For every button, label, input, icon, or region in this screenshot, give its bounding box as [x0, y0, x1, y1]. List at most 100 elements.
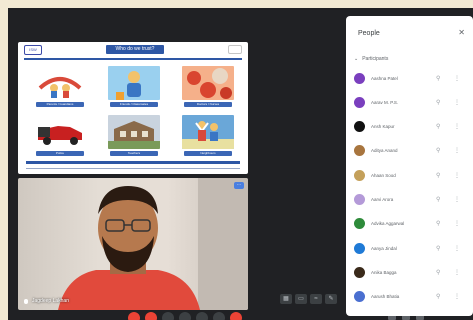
avatar: [354, 96, 365, 108]
raise-hand-button[interactable]: [179, 312, 191, 320]
more-vert-icon[interactable]: ⋮: [454, 75, 460, 82]
participant-name: Aanya Jindal: [371, 245, 397, 251]
list-item[interactable]: Aditya Anand ⚲ ⋮: [354, 141, 469, 161]
list-item[interactable]: Aanya Jindal ⚲ ⋮: [354, 238, 469, 258]
slide-footer-line: [26, 168, 240, 169]
list-item[interactable]: Anika Bagga ⚲ ⋮: [354, 262, 469, 282]
section-label: Participants: [362, 56, 389, 62]
participant-name: Ansh Kapur: [371, 124, 395, 130]
pin-icon[interactable]: ⚲: [436, 196, 440, 203]
avatar: [354, 121, 365, 133]
call-toolbar: [128, 312, 242, 320]
list-item[interactable]: Ansh Kapur ⚲ ⋮: [354, 117, 469, 137]
list-item[interactable]: Aashna Patel ⚲ ⋮: [354, 68, 469, 88]
people-icon: [182, 115, 234, 149]
list-item[interactable]: Ahaan Sood ⚲ ⋮: [354, 165, 469, 185]
more-vert-icon[interactable]: ⋮: [454, 269, 460, 276]
avatar: [354, 193, 365, 205]
end-call-button[interactable]: [230, 312, 242, 320]
slide-footer-bar: [26, 161, 240, 164]
participant-video-tile[interactable]: ⋯ Jagdeep Lakhan: [18, 178, 248, 310]
slide-divider: [24, 58, 242, 60]
more-vert-icon[interactable]: ⋮: [454, 172, 460, 179]
avatar: [354, 169, 365, 181]
pin-icon[interactable]: ⚲: [436, 172, 440, 179]
participant-name: Advika Aggarwal: [371, 221, 405, 227]
slide-badge-icon: [228, 45, 242, 54]
participant-name: Anika Bagga: [371, 269, 397, 275]
avatar: [354, 145, 365, 157]
more-vert-icon[interactable]: ⋮: [454, 293, 460, 300]
chevron-down-icon: ⌄: [354, 56, 359, 62]
avatar: [354, 291, 365, 303]
participants-section[interactable]: ⌄ Participants: [354, 56, 388, 62]
pin-icon[interactable]: ⚲: [436, 220, 440, 227]
family-icon: [34, 66, 86, 100]
slide-image-cell: Friends / Classmates: [106, 66, 162, 107]
more-button[interactable]: [213, 312, 225, 320]
list-item[interactable]: Aarush Bhatia ⚲ ⋮: [354, 287, 469, 307]
more-vert-icon[interactable]: ⋮: [454, 147, 460, 154]
image-caption: Doctors / Nurses: [184, 102, 232, 107]
more-vert-icon[interactable]: ⋮: [454, 196, 460, 203]
edit-icon[interactable]: ✎: [325, 294, 337, 304]
pin-icon[interactable]: ⚲: [436, 293, 440, 300]
tile-controls: ▦ ▭ ≈ ✎: [280, 294, 337, 304]
camera-off-button[interactable]: [145, 312, 157, 320]
close-icon[interactable]: ✕: [458, 28, 465, 37]
school-icon: [108, 115, 160, 149]
slide-image-cell: Teachers: [106, 115, 162, 156]
participant-name: Aashna Patel: [371, 75, 398, 81]
captions-icon[interactable]: ▭: [295, 294, 307, 304]
avatar: [354, 266, 365, 278]
more-options-icon[interactable]: ⋯: [234, 182, 244, 189]
reaction-icon[interactable]: ≈: [310, 294, 322, 304]
image-caption: Friends / Classmates: [110, 102, 158, 107]
slide-image-grid: Parents / Guardians Friends / Classmates: [32, 66, 236, 156]
captions-button[interactable]: [162, 312, 174, 320]
participant-name: Jagdeep Lakhan: [32, 298, 69, 304]
more-vert-icon[interactable]: ⋮: [454, 99, 460, 106]
pin-icon[interactable]: ⚲: [436, 99, 440, 106]
slide-image-cell: Police: [32, 115, 88, 156]
car-icon: [34, 115, 86, 149]
presentation-tile[interactable]: ISW Who do we trust? Parents / Guardians: [18, 42, 248, 174]
pin-icon[interactable]: ⚲: [436, 75, 440, 82]
more-vert-icon[interactable]: ⋮: [454, 123, 460, 130]
present-button[interactable]: [196, 312, 208, 320]
image-caption: Teachers: [110, 151, 158, 156]
participant-name: Aarush Bhatia: [371, 294, 400, 300]
participant-name-tag: Jagdeep Lakhan: [24, 298, 69, 304]
meeting-window: ISW Who do we trust? Parents / Guardians: [8, 8, 473, 320]
participant-name: Aarvi Arora: [371, 196, 394, 202]
image-caption: Neighbours: [184, 151, 232, 156]
people-panel: People ✕ ⌄ Participants Aashna Patel ⚲ ⋮…: [346, 16, 473, 316]
pin-icon[interactable]: ⚲: [436, 245, 440, 252]
list-item[interactable]: Advika Aggarwal ⚲ ⋮: [354, 214, 469, 234]
layout-icon[interactable]: ▦: [280, 294, 292, 304]
pin-icon[interactable]: ⚲: [436, 269, 440, 276]
pin-icon[interactable]: ⚲: [436, 147, 440, 154]
participant-name: Aarav M. P.S.: [371, 99, 399, 105]
more-vert-icon[interactable]: ⋮: [454, 245, 460, 252]
avatar: [354, 72, 365, 84]
participant-name: Aditya Anand: [371, 148, 398, 154]
participant-name: Ahaan Sood: [371, 172, 396, 178]
kids-icon: [108, 66, 160, 100]
avatar: [354, 218, 365, 230]
image-caption: Parents / Guardians: [36, 102, 84, 107]
panel-title: People: [358, 30, 380, 37]
mic-off-button[interactable]: [128, 312, 140, 320]
list-item[interactable]: Aarvi Arora ⚲ ⋮: [354, 189, 469, 209]
pin-icon[interactable]: ⚲: [436, 123, 440, 130]
medical-icon: [182, 66, 234, 100]
more-vert-icon[interactable]: ⋮: [454, 220, 460, 227]
image-caption: Police: [36, 151, 84, 156]
participant-list: Aashna Patel ⚲ ⋮ Aarav M. P.S. ⚲ ⋮ Ansh …: [354, 68, 469, 311]
mic-icon: [24, 298, 28, 304]
participant-video: [58, 178, 248, 310]
slide-image-cell: Neighbours: [180, 115, 236, 156]
list-item[interactable]: Aarav M. P.S. ⚲ ⋮: [354, 92, 469, 112]
slide-title: Who do we trust?: [106, 45, 164, 54]
avatar: [354, 242, 365, 254]
